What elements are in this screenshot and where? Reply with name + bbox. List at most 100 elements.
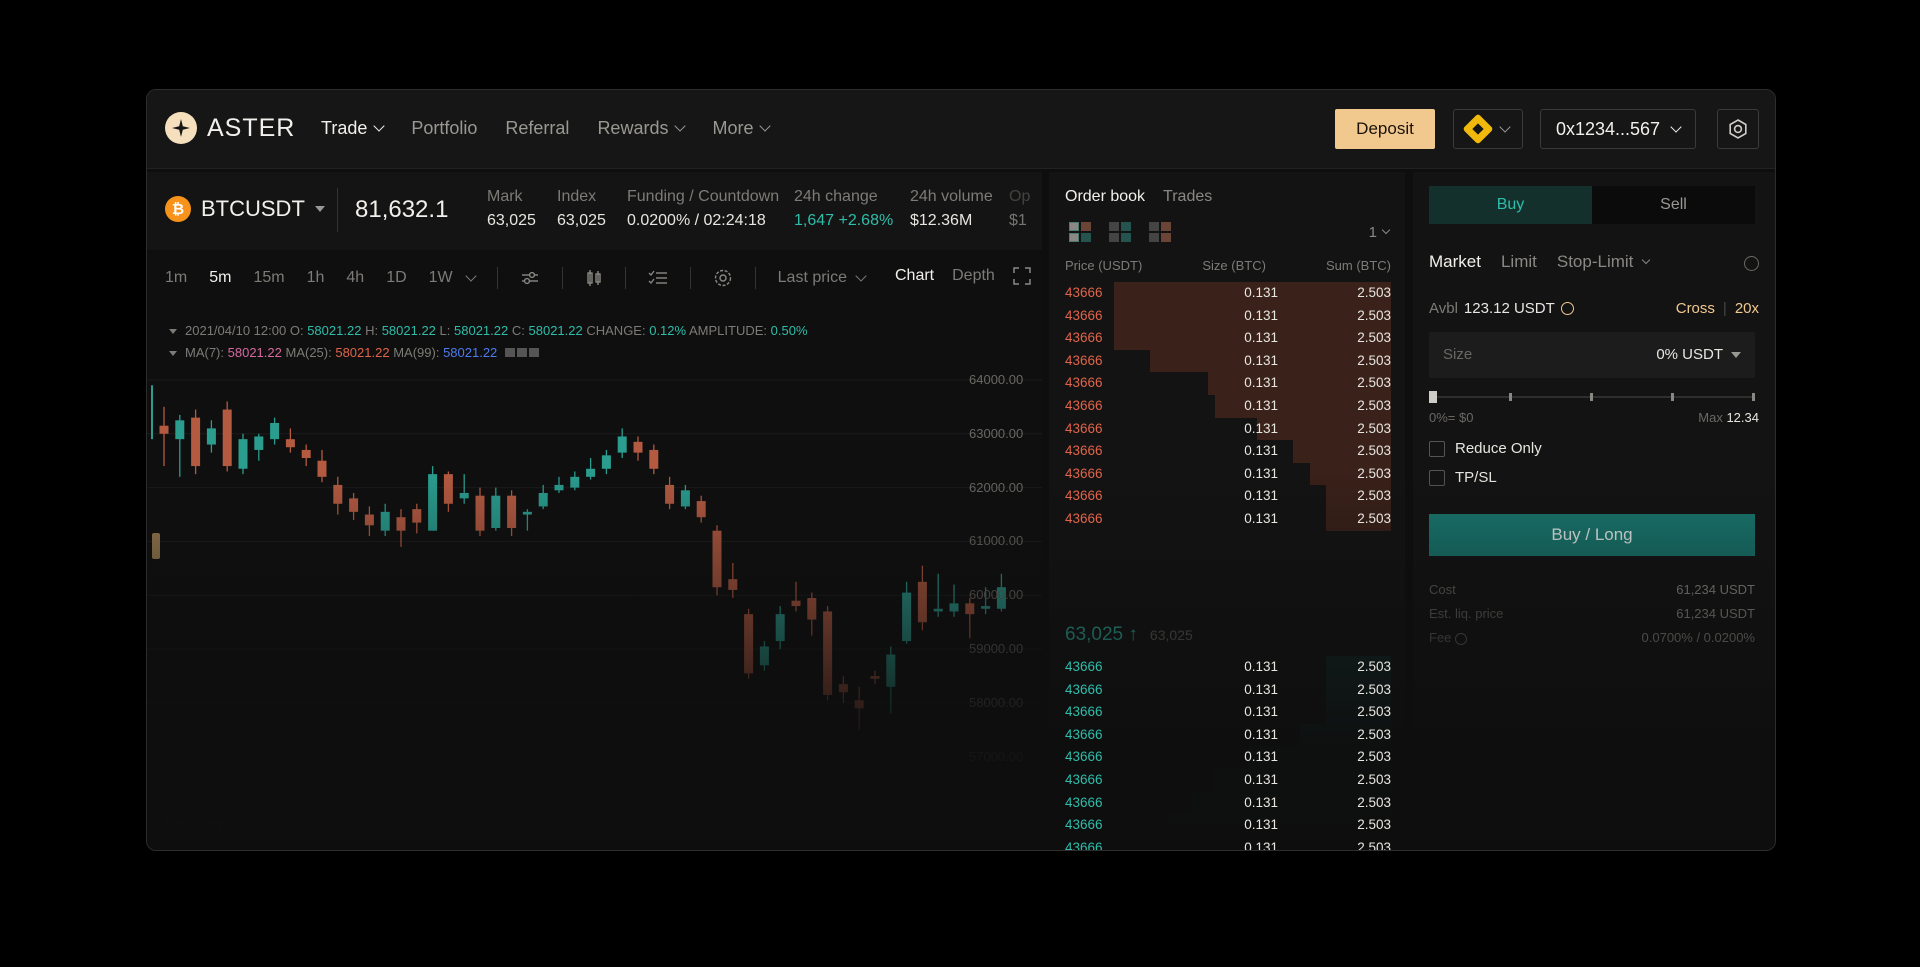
tab-trades[interactable]: Trades	[1163, 188, 1212, 206]
candle[interactable]	[285, 428, 295, 453]
candle[interactable]	[538, 484, 548, 510]
size-unit-selector[interactable]: 0% USDT	[1656, 346, 1741, 363]
bid-row[interactable]: 43666 0.131 2.503	[1065, 701, 1391, 724]
leverage-button[interactable]: 20x	[1735, 300, 1759, 317]
candle[interactable]	[522, 509, 532, 531]
tab-limit[interactable]: Limit	[1501, 252, 1537, 272]
candle[interactable]	[838, 676, 848, 703]
bids-only-view-icon[interactable]	[1109, 222, 1131, 242]
candle[interactable]	[491, 487, 501, 531]
ask-row[interactable]: 43666 0.131 2.503	[1065, 507, 1391, 531]
checkbox-box[interactable]	[1429, 440, 1445, 457]
tab-chart[interactable]: Chart	[895, 267, 934, 285]
ask-row[interactable]: 43666 0.131 2.503	[1065, 349, 1391, 373]
tab-transaction-history[interactable]: Transaction history	[600, 816, 735, 834]
tpsl-checkbox[interactable]: TP/SL	[1429, 469, 1497, 486]
candle[interactable]	[680, 484, 690, 510]
deposit-button[interactable]: Deposit	[1335, 109, 1435, 149]
candle[interactable]	[870, 670, 880, 685]
candle[interactable]	[570, 471, 580, 491]
candle[interactable]	[428, 466, 438, 531]
candle[interactable]	[949, 584, 959, 617]
wallet-button[interactable]: 0x1234...567	[1540, 109, 1696, 149]
candle[interactable]	[191, 409, 201, 475]
interval-1w[interactable]: 1W	[429, 269, 477, 287]
candle[interactable]	[823, 606, 833, 701]
candle[interactable]	[665, 476, 675, 510]
nav-more[interactable]: More	[712, 118, 772, 139]
candle[interactable]	[775, 606, 785, 650]
slider-tick[interactable]	[1752, 393, 1755, 401]
candle[interactable]	[712, 525, 722, 596]
ask-row[interactable]: 43666 0.131 2.503	[1065, 440, 1391, 463]
tab-market[interactable]: Market	[1429, 252, 1481, 272]
nav-rewards[interactable]: Rewards	[597, 118, 687, 139]
asks-only-view-icon[interactable]	[1149, 222, 1171, 242]
slider-tick[interactable]	[1590, 393, 1593, 401]
bid-row[interactable]: 43666 0.131 2.503	[1065, 723, 1391, 747]
ask-row[interactable]: 43666 0.131 2.503	[1065, 462, 1391, 486]
info-icon[interactable]	[1744, 256, 1759, 271]
chain-selector[interactable]	[1453, 109, 1523, 149]
candle[interactable]	[222, 401, 232, 472]
candle[interactable]	[175, 414, 185, 477]
buy-tab[interactable]: Buy	[1429, 186, 1592, 224]
ask-row[interactable]: 43666 0.131 2.503	[1065, 327, 1391, 350]
candle[interactable]	[759, 641, 769, 671]
bid-row[interactable]: 43666 0.131 2.503	[1065, 814, 1391, 837]
candle[interactable]	[301, 444, 311, 467]
candle[interactable]	[206, 420, 216, 453]
settings-icon[interactable]	[516, 348, 527, 357]
interval-1m[interactable]: 1m	[165, 269, 187, 287]
candle[interactable]	[364, 506, 374, 537]
ask-row[interactable]: 43666 0.131 2.503	[1065, 372, 1391, 395]
candle[interactable]	[633, 436, 643, 461]
candle[interactable]	[744, 608, 754, 679]
bid-row[interactable]: 43666 0.131 2.503	[1065, 656, 1391, 679]
margin-mode-button[interactable]: Cross	[1676, 300, 1715, 317]
tab-order-book[interactable]: Order book	[1065, 188, 1145, 206]
reduce-only-checkbox[interactable]: Reduce Only	[1429, 440, 1542, 457]
candle[interactable]	[459, 474, 469, 504]
candle[interactable]	[412, 503, 422, 534]
candle[interactable]	[807, 592, 817, 636]
ask-row[interactable]: 43666 0.131 2.503	[1065, 304, 1391, 328]
candle[interactable]	[317, 449, 327, 483]
candle[interactable]	[475, 487, 485, 537]
tab-depth[interactable]: Depth	[952, 267, 995, 285]
nav-referral[interactable]: Referral	[505, 118, 569, 139]
candle[interactable]	[902, 581, 912, 644]
tab-stop-limit[interactable]: Stop-Limit	[1557, 252, 1651, 272]
chart-settings-gear-icon[interactable]	[713, 268, 733, 288]
ask-row[interactable]: 43666 0.131 2.503	[1065, 282, 1391, 305]
candle[interactable]	[728, 563, 738, 598]
tab-trade-history[interactable]: Trade history	[483, 816, 576, 834]
slider-tick[interactable]	[1671, 393, 1674, 401]
buy-long-button[interactable]: Buy / Long	[1429, 514, 1755, 556]
ask-row[interactable]: 43666 0.131 2.503	[1065, 485, 1391, 508]
slider-handle[interactable]	[1429, 391, 1437, 403]
candle[interactable]	[333, 476, 343, 515]
nav-trade[interactable]: Trade	[321, 118, 386, 139]
bid-row[interactable]: 43666 0.131 2.503	[1065, 791, 1391, 815]
candle[interactable]	[917, 565, 927, 631]
candle[interactable]	[601, 449, 611, 475]
drag-handle[interactable]	[152, 533, 160, 559]
close-icon[interactable]	[528, 348, 539, 357]
ask-row[interactable]: 43666 0.131 2.503	[1065, 394, 1391, 418]
candle[interactable]	[617, 428, 627, 458]
candle[interactable]	[349, 493, 359, 520]
ask-row[interactable]: 43666 0.131 2.503	[1065, 417, 1391, 441]
sell-tab[interactable]: Sell	[1592, 186, 1755, 224]
indicator-settings-icon[interactable]	[520, 269, 540, 287]
bid-row[interactable]: 43666 0.131 2.503	[1065, 768, 1391, 792]
bid-row[interactable]: 43666 0.131 2.503	[1065, 678, 1391, 702]
size-input[interactable]: Size 0% USDT	[1429, 332, 1755, 378]
interval-1d[interactable]: 1D	[386, 269, 406, 287]
candle[interactable]	[886, 646, 896, 714]
eye-icon[interactable]	[504, 348, 515, 357]
candle[interactable]	[854, 686, 864, 730]
precision-selector[interactable]: 1	[1369, 224, 1391, 241]
slider-tick[interactable]	[1509, 393, 1512, 401]
bid-row[interactable]: 43666 0.131 2.503	[1065, 836, 1391, 850]
